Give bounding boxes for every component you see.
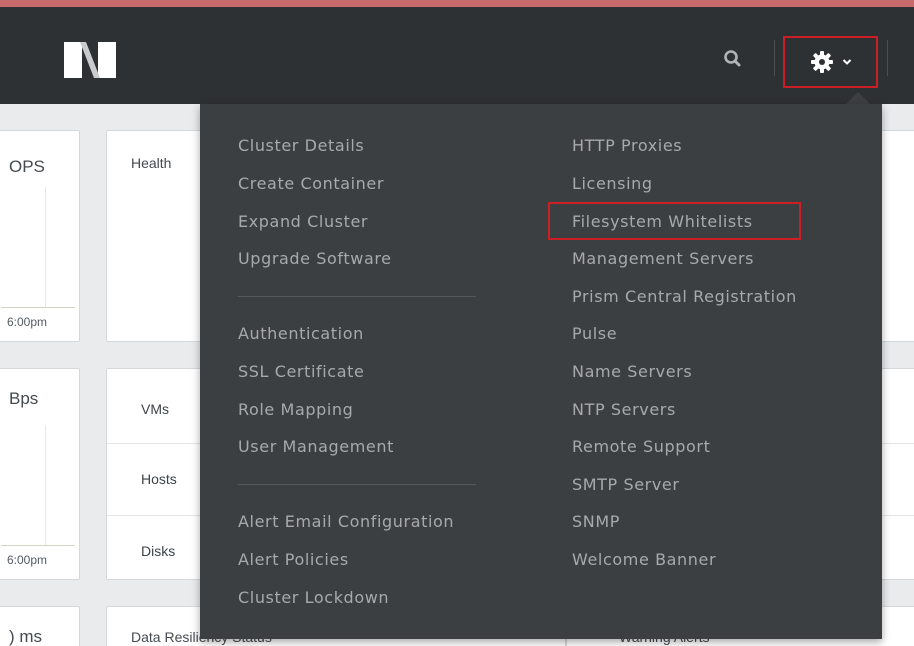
health-card-title: Health (131, 155, 172, 171)
menu-item-create-container[interactable]: Create Container (238, 174, 384, 194)
settings-dropdown-menu: Cluster Details Create Container Expand … (200, 104, 882, 639)
top-accent-strip (0, 0, 914, 7)
menu-item-ntp-servers[interactable]: NTP Servers (572, 400, 676, 420)
x-axis-tick-label: 6:00pm (7, 553, 48, 567)
menu-item-upgrade-software[interactable]: Upgrade Software (238, 249, 392, 269)
disks-label[interactable]: Disks (141, 543, 175, 559)
menu-item-role-mapping[interactable]: Role Mapping (238, 400, 353, 420)
toolbar-divider (774, 40, 775, 76)
iops-card[interactable]: OPS 6:00pm (0, 130, 80, 342)
menu-item-welcome-banner[interactable]: Welcome Banner (572, 550, 716, 570)
menu-item-snmp[interactable]: SNMP (572, 512, 620, 532)
menu-item-pulse[interactable]: Pulse (572, 324, 617, 344)
menu-item-management-servers[interactable]: Management Servers (572, 249, 754, 269)
search-icon[interactable] (722, 48, 744, 70)
chart-gridline (45, 187, 46, 307)
dropdown-caret (846, 92, 870, 104)
latency-card[interactable]: ) ms (0, 606, 80, 646)
menu-item-user-management[interactable]: User Management (238, 437, 394, 457)
settings-menu-button[interactable] (783, 36, 878, 88)
chart-gridline (45, 425, 46, 545)
menu-separator (238, 296, 476, 297)
menu-item-alert-policies[interactable]: Alert Policies (238, 550, 349, 570)
menu-item-authentication[interactable]: Authentication (238, 324, 364, 344)
iops-card-title: OPS (9, 157, 45, 176)
x-axis-tick-label: 6:00pm (7, 315, 48, 329)
menu-item-alert-email-configuration[interactable]: Alert Email Configuration (238, 512, 454, 532)
menu-item-cluster-lockdown[interactable]: Cluster Lockdown (238, 588, 389, 608)
chart-baseline (1, 307, 75, 308)
chevron-down-icon (842, 58, 852, 66)
menu-item-http-proxies[interactable]: HTTP Proxies (572, 136, 682, 156)
menu-item-ssl-certificate[interactable]: SSL Certificate (238, 362, 364, 382)
menu-item-expand-cluster[interactable]: Expand Cluster (238, 212, 368, 232)
bandwidth-card[interactable]: Bps 6:00pm (0, 368, 80, 580)
menu-item-licensing[interactable]: Licensing (572, 174, 653, 194)
nutanix-n-logo-icon[interactable] (64, 42, 116, 78)
gear-icon (810, 50, 834, 74)
hosts-label[interactable]: Hosts (141, 471, 177, 487)
menu-separator (238, 484, 476, 485)
top-navigation-bar (0, 0, 914, 104)
bandwidth-card-title: Bps (9, 389, 39, 408)
menu-item-smtp-server[interactable]: SMTP Server (572, 475, 680, 495)
menu-item-remote-support[interactable]: Remote Support (572, 437, 710, 457)
menu-item-prism-central-registration[interactable]: Prism Central Registration (572, 287, 797, 307)
toolbar-divider (887, 40, 888, 76)
menu-item-name-servers[interactable]: Name Servers (572, 362, 692, 382)
latency-card-title: ) ms (9, 627, 43, 646)
vms-label[interactable]: VMs (141, 401, 169, 417)
chart-baseline (1, 545, 75, 546)
highlighted-menu-item-outline (548, 202, 801, 240)
menu-item-cluster-details[interactable]: Cluster Details (238, 136, 364, 156)
